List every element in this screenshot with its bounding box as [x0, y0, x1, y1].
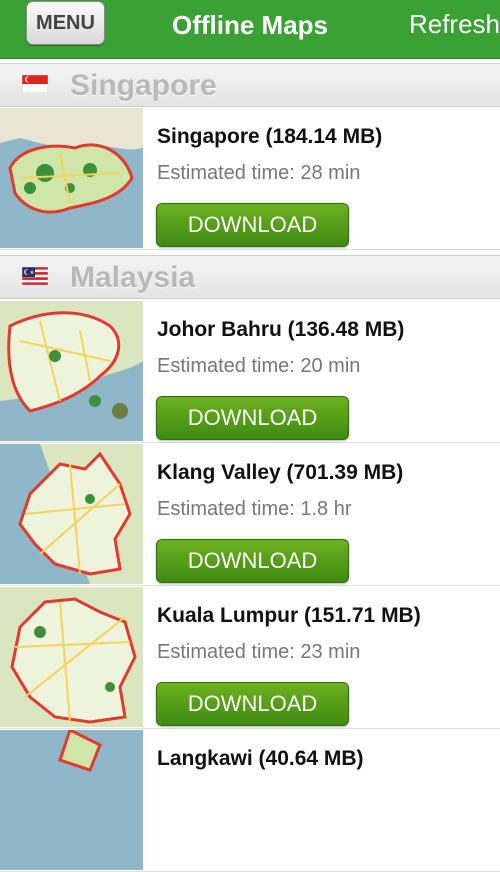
section-title: Singapore	[70, 69, 217, 102]
section-header-malaysia: Malaysia	[0, 255, 500, 299]
estimated-time: Estimated time: 1.8 hr	[157, 498, 352, 520]
map-title: Singapore (184.14 MB)	[157, 125, 383, 148]
download-button[interactable]: DOWNLOAD	[156, 539, 349, 583]
section-title: Malaysia	[70, 261, 196, 294]
list-item[interactable]: Langkawi (40.64 MB)	[0, 729, 500, 872]
estimated-time: Estimated time: 20 min	[157, 355, 361, 377]
map-thumbnail	[0, 587, 143, 727]
map-title: Kuala Lumpur (151.71 MB)	[157, 604, 421, 627]
section-header-singapore: Singapore	[0, 63, 500, 107]
navigation-bar: MENU Offline Maps Refresh	[0, 0, 500, 59]
map-title: Johor Bahru (136.48 MB)	[157, 318, 405, 341]
map-thumbnail	[0, 444, 143, 584]
refresh-button[interactable]: Refresh	[409, 9, 500, 40]
malaysia-flag-icon	[22, 267, 48, 285]
map-title: Langkawi (40.64 MB)	[157, 747, 364, 770]
singapore-flag-icon	[22, 75, 48, 93]
list-item[interactable]: Johor Bahru (136.48 MB) Estimated time: …	[0, 300, 500, 443]
download-button[interactable]: DOWNLOAD	[156, 682, 349, 726]
estimated-time: Estimated time: 28 min	[157, 162, 361, 184]
map-thumbnail	[0, 301, 143, 441]
list-item[interactable]: Kuala Lumpur (151.71 MB) Estimated time:…	[0, 586, 500, 729]
download-button[interactable]: DOWNLOAD	[156, 203, 349, 247]
download-button[interactable]: DOWNLOAD	[156, 396, 349, 440]
list-item[interactable]: Klang Valley (701.39 MB) Estimated time:…	[0, 443, 500, 586]
map-title: Klang Valley (701.39 MB)	[157, 461, 404, 484]
map-thumbnail	[0, 108, 143, 248]
map-thumbnail	[0, 730, 143, 870]
estimated-time: Estimated time: 23 min	[157, 641, 361, 663]
list-item[interactable]: Singapore (184.14 MB) Estimated time: 28…	[0, 107, 500, 250]
